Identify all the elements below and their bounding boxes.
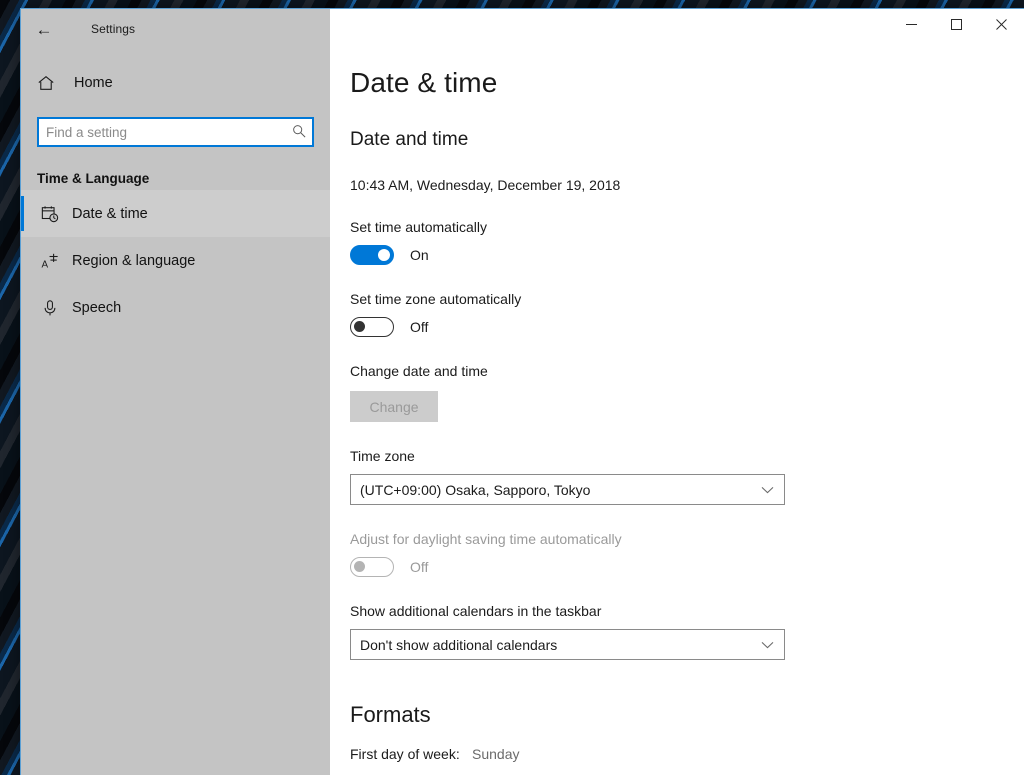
microphone-icon [35, 299, 65, 317]
set-time-automatically-state: On [410, 247, 429, 263]
formats-title: Formats [350, 702, 431, 727]
group-title-date-and-time: Date and time [350, 129, 469, 150]
toggle-knob [378, 249, 390, 261]
maximize-button[interactable] [934, 9, 979, 39]
minimize-icon [906, 23, 917, 25]
page-title: Date & time [350, 67, 498, 98]
back-arrow-icon: ← [35, 19, 53, 39]
minimize-button[interactable] [889, 9, 934, 39]
home-icon [37, 74, 67, 92]
change-date-time-label: Change date and time [350, 363, 488, 379]
search-container [37, 117, 314, 147]
set-timezone-automatically-toggle[interactable] [350, 317, 394, 337]
change-button[interactable]: Change [350, 391, 438, 422]
sidebar-item-speech-label: Speech [72, 299, 122, 316]
svg-text:A: A [41, 259, 48, 270]
daylight-saving-state: Off [410, 559, 429, 575]
title-bar: ← Settings [21, 9, 1024, 49]
chevron-down-icon [761, 641, 774, 649]
additional-calendars-label: Show additional calendars in the taskbar [350, 603, 602, 619]
set-timezone-automatically-label: Set time zone automatically [350, 291, 522, 307]
time-zone-label: Time zone [350, 448, 415, 464]
sidebar-item-home-label: Home [74, 75, 113, 91]
set-timezone-automatically-row: Off [350, 317, 1024, 337]
sidebar-item-date-time-label: Date & time [72, 205, 148, 222]
daylight-saving-row: Off [350, 557, 1024, 577]
back-button[interactable]: ← [21, 9, 67, 49]
sidebar: Home Time & Language [21, 49, 330, 775]
time-zone-value: (UTC+09:00) Osaka, Sapporo, Tokyo [360, 481, 591, 498]
set-timezone-automatically-state: Off [410, 319, 429, 335]
toggle-knob [354, 321, 365, 332]
sidebar-item-home[interactable]: Home [21, 63, 330, 103]
set-time-automatically-label: Set time automatically [350, 219, 487, 235]
calendar-clock-icon [35, 205, 65, 223]
format-key: First day of week: [350, 746, 460, 762]
close-icon [996, 18, 1007, 30]
settings-window: ← Settings Home Find a setting Time & La… [20, 8, 1024, 775]
sidebar-item-region-language[interactable]: A Region & language [21, 237, 330, 284]
daylight-saving-label: Adjust for daylight saving time automati… [350, 531, 622, 547]
set-time-automatically-toggle[interactable] [350, 245, 394, 265]
maximize-icon [951, 18, 962, 30]
close-button[interactable] [979, 9, 1024, 39]
language-icon: A [35, 252, 65, 270]
format-row-first-day-of-week: First day of week: Sunday [350, 746, 1024, 762]
chevron-down-icon [761, 486, 774, 494]
additional-calendars-dropdown[interactable]: Don't show additional calendars [350, 629, 785, 660]
sidebar-item-date-time[interactable]: Date & time [21, 190, 330, 237]
window-body: Home Time & Language [21, 49, 1024, 775]
current-datetime-text: 10:43 AM, Wednesday, December 19, 2018 [350, 177, 621, 193]
additional-calendars-value: Don't show additional calendars [360, 636, 558, 653]
sidebar-item-region-language-label: Region & language [72, 252, 196, 269]
time-zone-dropdown[interactable]: (UTC+09:00) Osaka, Sapporo, Tokyo [350, 474, 785, 505]
title-bar-left: ← Settings [21, 9, 330, 49]
content-pane: Date & time Date and time 10:43 AM, Wedn… [330, 49, 1024, 775]
sidebar-item-speech[interactable]: Speech [21, 284, 330, 331]
daylight-saving-toggle[interactable] [350, 557, 394, 577]
app-title: Settings [91, 22, 136, 36]
format-value: Sunday [472, 746, 520, 762]
sidebar-section-label: Time & Language [37, 171, 150, 186]
set-time-automatically-row: On [350, 245, 1024, 265]
window-controls [330, 9, 1024, 49]
toggle-knob [354, 561, 365, 572]
search-input[interactable] [37, 117, 314, 147]
